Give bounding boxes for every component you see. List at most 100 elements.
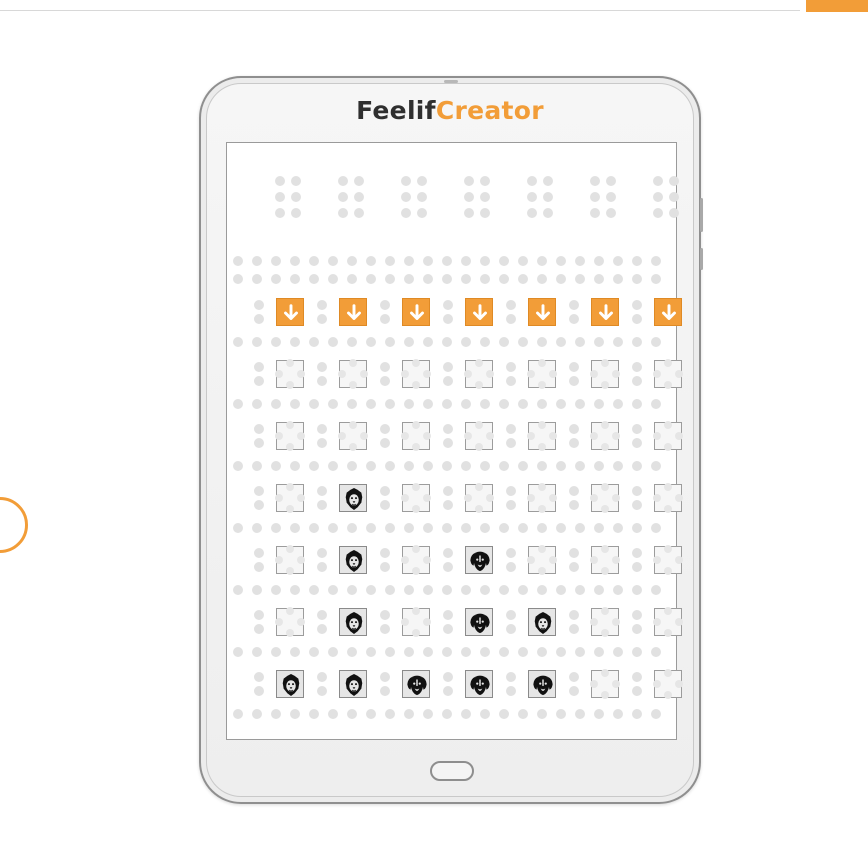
- tactile-dot: [613, 461, 623, 471]
- board-cell[interactable]: [465, 670, 493, 698]
- tactile-dot: [328, 337, 338, 347]
- drop-button-col-4[interactable]: [465, 298, 493, 326]
- board-cell[interactable]: [275, 607, 305, 637]
- cell-pin: [286, 443, 294, 451]
- board-cell[interactable]: [401, 359, 431, 389]
- tactile-dot: [443, 438, 453, 448]
- cell-pin: [590, 680, 598, 688]
- cell-pin: [297, 618, 305, 626]
- tactile-dot: [537, 461, 547, 471]
- cell-pin: [549, 556, 557, 564]
- cell-pin: [653, 370, 661, 378]
- board-cell[interactable]: [527, 545, 557, 575]
- board-cell[interactable]: [275, 359, 305, 389]
- board-cell[interactable]: [465, 546, 493, 574]
- tactile-dot: [442, 461, 452, 471]
- drop-button-col-2[interactable]: [339, 298, 367, 326]
- dog-head-icon: [470, 551, 490, 572]
- board-cell[interactable]: [338, 421, 368, 451]
- board-cell[interactable]: [653, 669, 683, 699]
- board-cell[interactable]: [527, 359, 557, 389]
- board-cell[interactable]: [590, 421, 620, 451]
- board-cell[interactable]: [401, 421, 431, 451]
- tactile-dot: [309, 256, 319, 266]
- board-cell[interactable]: [590, 669, 620, 699]
- drop-button-col-6[interactable]: [591, 298, 619, 326]
- drop-button-col-1[interactable]: [276, 298, 304, 326]
- board-cell[interactable]: [464, 421, 494, 451]
- tactile-dot: [518, 274, 528, 284]
- tactile-dot: [669, 176, 679, 186]
- tactile-dot: [506, 686, 516, 696]
- cell-pin: [653, 432, 661, 440]
- tactile-dot: [506, 486, 516, 496]
- tactile-dot: [499, 274, 509, 284]
- board-cell[interactable]: [339, 546, 367, 574]
- lion-head-icon: [534, 612, 552, 634]
- board-cell[interactable]: [653, 545, 683, 575]
- board-cell[interactable]: [464, 483, 494, 513]
- tactile-dot: [380, 686, 390, 696]
- board-cell[interactable]: [401, 483, 431, 513]
- tactile-dot: [380, 314, 390, 324]
- cell-pin: [475, 381, 483, 389]
- board-cell[interactable]: [465, 608, 493, 636]
- tactile-dot: [527, 208, 537, 218]
- cell-pin: [412, 567, 420, 575]
- board-cell[interactable]: [527, 483, 557, 513]
- board-cell[interactable]: [275, 483, 305, 513]
- cell-pin: [538, 359, 546, 367]
- board-cell[interactable]: [339, 670, 367, 698]
- cell-pin: [486, 494, 494, 502]
- drop-button-col-7[interactable]: [654, 298, 682, 326]
- board-cell[interactable]: [653, 421, 683, 451]
- board-cell[interactable]: [402, 670, 430, 698]
- tactile-dot: [669, 208, 679, 218]
- cell-pin: [664, 483, 672, 491]
- board-cell[interactable]: [590, 545, 620, 575]
- cell-pin: [297, 370, 305, 378]
- drop-button-col-5[interactable]: [528, 298, 556, 326]
- board-cell[interactable]: [339, 608, 367, 636]
- drop-button-col-3[interactable]: [402, 298, 430, 326]
- board-cell[interactable]: [275, 421, 305, 451]
- board-cell[interactable]: [590, 359, 620, 389]
- tactile-dot: [613, 523, 623, 533]
- cell-pin: [601, 567, 609, 575]
- tactile-dot: [480, 461, 490, 471]
- board-cell[interactable]: [653, 359, 683, 389]
- tactile-dot: [401, 192, 411, 202]
- board-cell[interactable]: [653, 483, 683, 513]
- home-button[interactable]: [430, 761, 474, 781]
- tactile-dot: [569, 686, 579, 696]
- board-cell[interactable]: [653, 607, 683, 637]
- board-cell[interactable]: [528, 670, 556, 698]
- cell-pin: [412, 483, 420, 491]
- board-cell[interactable]: [275, 545, 305, 575]
- board-cell[interactable]: [401, 607, 431, 637]
- tactile-dot: [317, 376, 327, 386]
- tactile-dot: [569, 376, 579, 386]
- tactile-dot: [506, 424, 516, 434]
- tactile-dot: [275, 192, 285, 202]
- board-cell[interactable]: [528, 608, 556, 636]
- tactile-dot: [575, 709, 585, 719]
- cell-pin: [297, 556, 305, 564]
- board-cell[interactable]: [338, 359, 368, 389]
- arrow-down-icon: [536, 304, 550, 320]
- cell-pin: [401, 618, 409, 626]
- board-cell[interactable]: [276, 670, 304, 698]
- cell-pin: [664, 359, 672, 367]
- board-cell[interactable]: [590, 607, 620, 637]
- board-cell[interactable]: [527, 421, 557, 451]
- tactile-dot: [233, 461, 243, 471]
- board-cell[interactable]: [401, 545, 431, 575]
- tactile-dot: [537, 647, 547, 657]
- tactile-dot: [575, 256, 585, 266]
- board-cell[interactable]: [339, 484, 367, 512]
- tactile-dot: [366, 399, 376, 409]
- cell-pin: [401, 370, 409, 378]
- tactile-dot: [443, 672, 453, 682]
- board-cell[interactable]: [464, 359, 494, 389]
- board-cell[interactable]: [590, 483, 620, 513]
